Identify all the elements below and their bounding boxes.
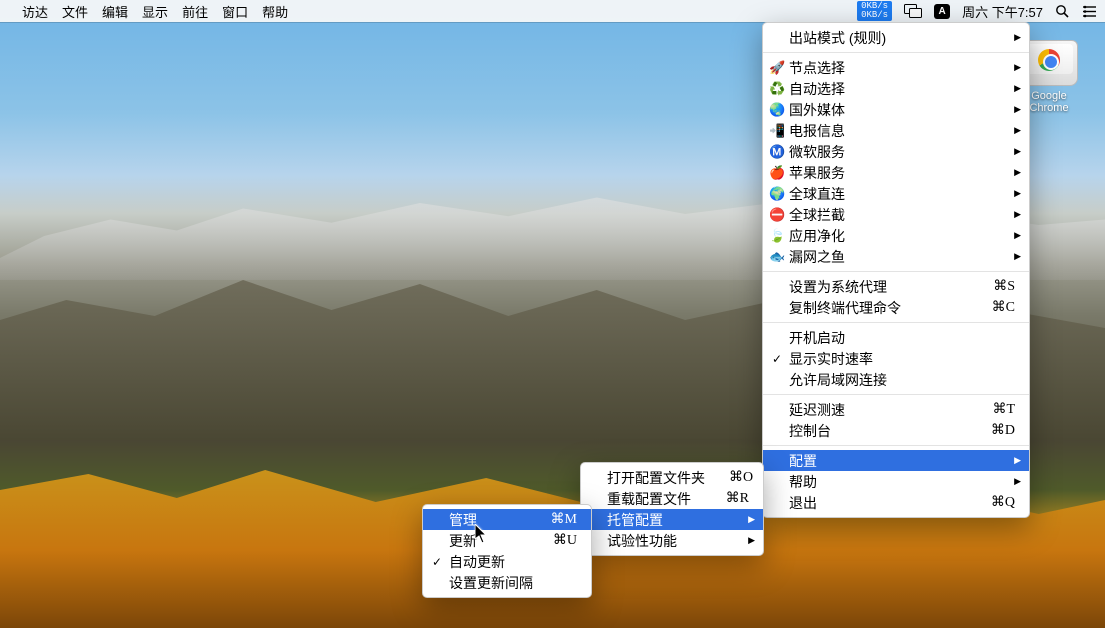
globe-europe-icon: 🌍: [769, 186, 785, 202]
menu-finder[interactable]: 访达: [22, 2, 48, 21]
menu-copy-proxy-cmd[interactable]: 复制终端代理命令⌘C: [763, 297, 1029, 318]
chrome-icon: [1038, 49, 1060, 71]
globe-asia-icon: 🌏: [769, 102, 785, 118]
rocket-icon: 🚀: [769, 60, 785, 76]
notification-center-icon[interactable]: [1082, 5, 1097, 18]
menu-apple[interactable]: 🍎苹果服务: [763, 162, 1029, 183]
circle-m-icon: Ⓜ️: [769, 144, 785, 160]
menu-global-block[interactable]: ⛔全球拦截: [763, 204, 1029, 225]
menu-dashboard[interactable]: 控制台⌘D: [763, 420, 1029, 441]
menu-fallback[interactable]: 🐟漏网之鱼: [763, 246, 1029, 267]
submenu-set-interval[interactable]: 设置更新间隔: [423, 572, 591, 593]
menu-global-direct[interactable]: 🌍全球直连: [763, 183, 1029, 204]
fish-icon: 🐟: [769, 249, 785, 265]
menu-help[interactable]: 帮助: [262, 2, 288, 21]
menu-config[interactable]: 配置: [763, 450, 1029, 471]
menu-foreign-media[interactable]: 🌏国外媒体: [763, 99, 1029, 120]
menubar-clock[interactable]: 周六 下午7:57: [962, 2, 1043, 21]
submenu-manage[interactable]: 管理⌘M: [423, 509, 591, 530]
menu-window[interactable]: 窗口: [222, 2, 248, 21]
input-method-indicator[interactable]: A: [934, 4, 950, 19]
menu-edit[interactable]: 编辑: [102, 2, 128, 21]
menu-allow-lan[interactable]: 允许局域网连接: [763, 369, 1029, 390]
menu-app-purify[interactable]: 🍃应用净化: [763, 225, 1029, 246]
menu-quit[interactable]: 退出⌘Q: [763, 492, 1029, 513]
red-apple-icon: 🍎: [769, 165, 785, 181]
menu-set-system-proxy[interactable]: 设置为系统代理⌘S: [763, 276, 1029, 297]
mouse-cursor-icon: [475, 524, 489, 547]
menu-help[interactable]: 帮助: [763, 471, 1029, 492]
config-submenu: 打开配置文件夹⌘O 重载配置文件⌘R 托管配置 试验性功能: [580, 462, 764, 556]
submenu-managed-config[interactable]: 托管配置: [581, 509, 763, 530]
leaf-icon: 🍃: [769, 228, 785, 244]
submenu-experimental[interactable]: 试验性功能: [581, 530, 763, 551]
menu-show-speed[interactable]: 显示实时速率: [763, 348, 1029, 369]
menu-outbound-mode[interactable]: 出站模式 (规则): [763, 27, 1029, 48]
menu-auto-select[interactable]: ♻️自动选择: [763, 78, 1029, 99]
managed-config-submenu: 管理⌘M 更新⌘U 自动更新 设置更新间隔: [422, 504, 592, 598]
phone-arrow-icon: 📲: [769, 123, 785, 139]
menu-view[interactable]: 显示: [142, 2, 168, 21]
recycle-icon: ♻️: [769, 81, 785, 97]
clash-status-icon[interactable]: 0KB/s 0KB/s: [857, 1, 892, 21]
menubar: 访达 文件 编辑 显示 前往 窗口 帮助 0KB/s 0KB/s A 周六 下午…: [0, 0, 1105, 22]
menu-microsoft[interactable]: Ⓜ️微软服务: [763, 141, 1029, 162]
no-entry-icon: ⛔: [769, 207, 785, 223]
display-mirroring-icon[interactable]: [904, 4, 922, 18]
menu-launch-at-login[interactable]: 开机启动: [763, 327, 1029, 348]
menu-benchmark[interactable]: 延迟测速⌘T: [763, 399, 1029, 420]
clash-main-menu: 出站模式 (规则) 🚀节点选择 ♻️自动选择 🌏国外媒体 📲电报信息 Ⓜ️微软服…: [762, 22, 1030, 518]
net-down-label: 0KB/s: [861, 11, 888, 20]
submenu-open-config-folder[interactable]: 打开配置文件夹⌘O: [581, 467, 763, 488]
submenu-reload-config[interactable]: 重载配置文件⌘R: [581, 488, 763, 509]
spotlight-icon[interactable]: [1055, 4, 1070, 19]
menu-node-select[interactable]: 🚀节点选择: [763, 57, 1029, 78]
menu-telegram[interactable]: 📲电报信息: [763, 120, 1029, 141]
submenu-auto-update[interactable]: 自动更新: [423, 551, 591, 572]
menu-file[interactable]: 文件: [62, 2, 88, 21]
submenu-update[interactable]: 更新⌘U: [423, 530, 591, 551]
menu-go[interactable]: 前往: [182, 2, 208, 21]
